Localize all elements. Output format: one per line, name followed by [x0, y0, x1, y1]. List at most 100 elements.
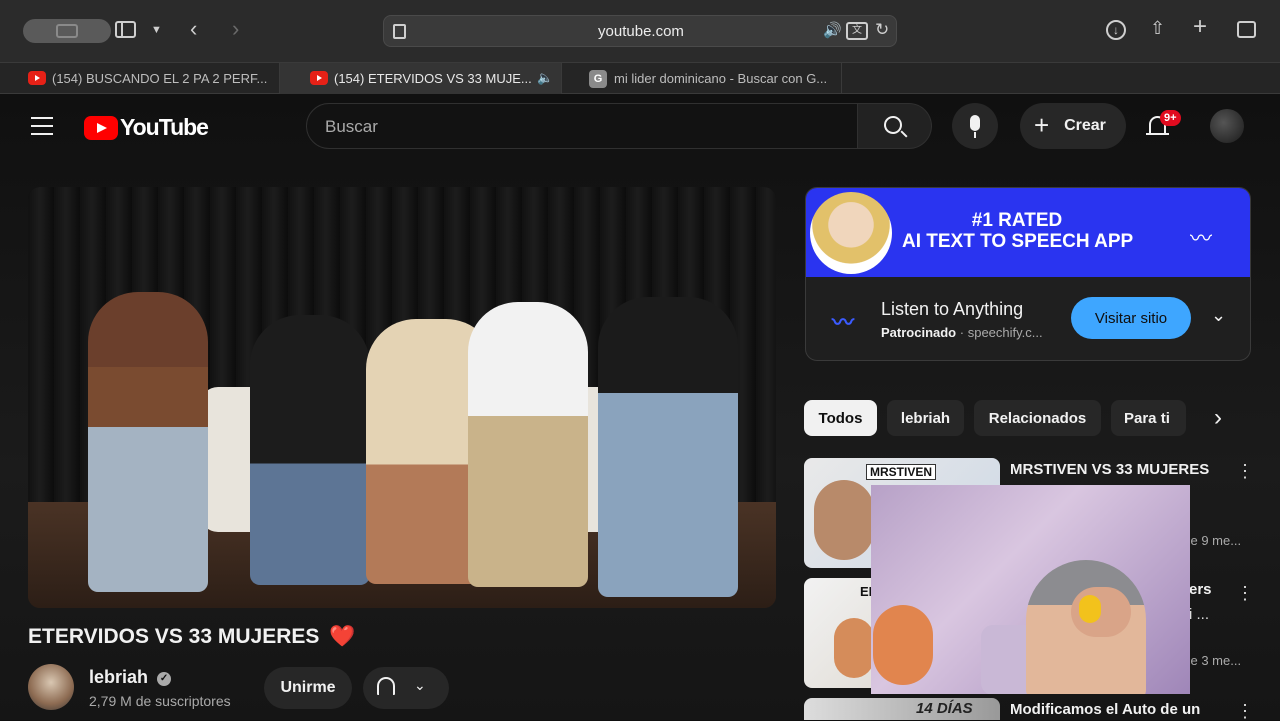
ad-expand-chevron-icon[interactable]: ⌄: [1211, 305, 1226, 326]
more-options-icon[interactable]: ⋮: [1236, 462, 1254, 480]
chip-label: Todos: [818, 409, 863, 427]
webcam-yellow-object: [1079, 595, 1101, 623]
ad-banner-line1: #1 RATED: [971, 210, 1063, 231]
chip-lebriah[interactable]: lebriah: [887, 400, 964, 436]
video-person-4: [468, 302, 588, 587]
notifications-button[interactable]: 9+: [1144, 110, 1181, 142]
rec-thumb-tag: 14 DÍAS: [916, 700, 973, 717]
tab-1[interactable]: (154) BUSCANDO EL 2 PA 2 PERF...: [0, 63, 280, 94]
video-person-1: [88, 292, 208, 592]
audio-playing-icon[interactable]: 🔈: [537, 70, 553, 86]
tab-overview-button-icon[interactable]: [1237, 21, 1256, 38]
search-input[interactable]: Buscar: [306, 103, 858, 149]
chevron-down-icon: ⌄: [414, 677, 426, 693]
rec-thumbnail-3[interactable]: 14 DÍAS: [804, 698, 1000, 720]
ad-domain: speechify.c...: [967, 325, 1043, 340]
youtube-page: YouTube Buscar + Crear 9+ ETERVIDOS VS 3…: [0, 94, 1280, 720]
more-options-icon[interactable]: ⋮: [1236, 584, 1254, 602]
youtube-play-icon: [84, 116, 118, 140]
sidebar-toggle-pill[interactable]: [23, 19, 111, 43]
search-button[interactable]: [858, 103, 932, 149]
rec-thumb-tag: MRSTIVEN: [866, 464, 937, 480]
sidebar-icon[interactable]: [115, 21, 136, 38]
search-placeholder: Buscar: [325, 117, 378, 136]
speechify-logo-icon: 〰: [832, 310, 855, 335]
chip-label: lebriah: [900, 409, 951, 427]
chevron-down-icon[interactable]: ▼: [151, 20, 162, 40]
new-tab-icon[interactable]: +: [1193, 15, 1207, 39]
ad-banner-portrait: [810, 192, 892, 274]
microphone-icon: [970, 115, 980, 131]
subscriber-count: 2,79 M de suscriptores: [89, 693, 231, 709]
ad-banner-line2: AI TEXT TO SPEECH APP: [902, 231, 1134, 252]
notification-bell-button[interactable]: ⌄: [363, 667, 449, 709]
ad-headline: Listen to Anything: [881, 299, 1024, 319]
menu-icon[interactable]: [31, 117, 53, 135]
youtube-logo[interactable]: YouTube: [84, 114, 209, 140]
heart-emoji: ❤️: [329, 625, 356, 648]
reload-icon[interactable]: ↻: [875, 20, 889, 40]
chip-todos[interactable]: Todos: [804, 400, 877, 436]
visit-site-button[interactable]: Visitar sitio: [1071, 297, 1191, 339]
address-bar[interactable]: youtube.com 🔊 文 ↻: [383, 15, 897, 47]
chip-label: Para ti: [1124, 409, 1170, 427]
browser-toolbar: ▼ ‹ › youtube.com 🔊 文 ↻ ↓ ⇧ +: [0, 0, 1280, 62]
avatar[interactable]: [1210, 109, 1244, 143]
voice-search-button[interactable]: [952, 103, 998, 149]
logo-text: YouTube: [120, 114, 209, 140]
tab-label: (154) BUSCANDO EL 2 PA 2 PERF...: [52, 71, 268, 86]
speechify-wave-icon: 〰: [1190, 226, 1213, 251]
more-options-icon[interactable]: ⋮: [1236, 702, 1254, 720]
ad-banner[interactable]: #1 RATED AI TEXT TO SPEECH APP 〰: [806, 188, 1250, 277]
webcam-overlay[interactable]: [871, 485, 1190, 694]
tab-overview-icon: [56, 24, 78, 38]
plus-icon: +: [1034, 110, 1050, 140]
share-icon[interactable]: ⇧: [1150, 18, 1165, 38]
url-text: youtube.com: [598, 23, 684, 40]
tab-3[interactable]: G mi lider dominicano - Buscar con G...: [562, 63, 842, 94]
tab-2[interactable]: (154) ETERVIDOS VS 33 MUJE... 🔈: [280, 63, 562, 94]
create-button[interactable]: + Crear: [1020, 103, 1126, 149]
video-person-2: [250, 315, 370, 585]
channel-name-text: lebriah: [89, 667, 149, 687]
channel-avatar[interactable]: [28, 664, 74, 710]
chip-relacionados[interactable]: Relacionados: [974, 400, 1101, 436]
rec-title-2-line2: i ...: [1189, 606, 1210, 623]
channel-name[interactable]: lebriah ✓: [89, 667, 172, 688]
youtube-favicon-icon: [310, 71, 328, 85]
ad-sponsored-label: Patrocinado: [881, 325, 957, 340]
chip-para-ti[interactable]: Para ti: [1111, 400, 1186, 436]
join-button[interactable]: Unirme: [264, 667, 352, 709]
tab-label: (154) ETERVIDOS VS 33 MUJE...: [334, 71, 532, 86]
translate-icon[interactable]: 文: [846, 22, 868, 40]
downloads-icon[interactable]: ↓: [1106, 20, 1126, 40]
chip-label: Relacionados: [988, 409, 1087, 427]
create-label: Crear: [1064, 117, 1106, 134]
verified-icon: ✓: [157, 672, 172, 686]
ad-sponsored-line: Patrocinado · speechify.c...: [881, 325, 1043, 340]
join-label: Unirme: [280, 679, 336, 696]
youtube-favicon-icon: [28, 71, 46, 85]
webcam-plush-toy: [873, 605, 933, 685]
visit-site-label: Visitar sitio: [1094, 309, 1168, 327]
back-icon[interactable]: ‹: [190, 18, 197, 40]
rec-meta-2: ce 3 me...: [1184, 653, 1242, 668]
rec-title-1[interactable]: MRSTIVEN VS 33 MUJERES: [1010, 461, 1225, 478]
video-title-text: ETERVIDOS VS 33 MUJERES: [28, 625, 320, 648]
chips-next-chevron-icon[interactable]: ›: [1214, 404, 1222, 432]
video-person-5: [598, 297, 738, 597]
rec-title-2[interactable]: ers: [1189, 581, 1212, 598]
tab-label: mi lider dominicano - Buscar con G...: [614, 71, 828, 86]
forward-icon[interactable]: ›: [232, 18, 239, 40]
notification-badge: 9+: [1160, 110, 1181, 126]
ad-card[interactable]: #1 RATED AI TEXT TO SPEECH APP 〰 〰 Liste…: [805, 187, 1251, 361]
tab-bar: (154) BUSCANDO EL 2 PA 2 PERF... (154) E…: [0, 62, 1280, 94]
bell-outline-icon: [377, 677, 395, 695]
video-title: ETERVIDOS VS 33 MUJERES ❤️: [28, 625, 355, 649]
google-favicon-icon: G: [589, 70, 607, 88]
ad-separator: ·: [959, 325, 965, 340]
video-player[interactable]: [28, 187, 776, 608]
rec-meta-1: ce 9 me...: [1184, 533, 1242, 548]
rec-title-3[interactable]: Modificamos el Auto de un: [1010, 701, 1235, 718]
speaker-icon[interactable]: 🔊: [823, 21, 842, 39]
